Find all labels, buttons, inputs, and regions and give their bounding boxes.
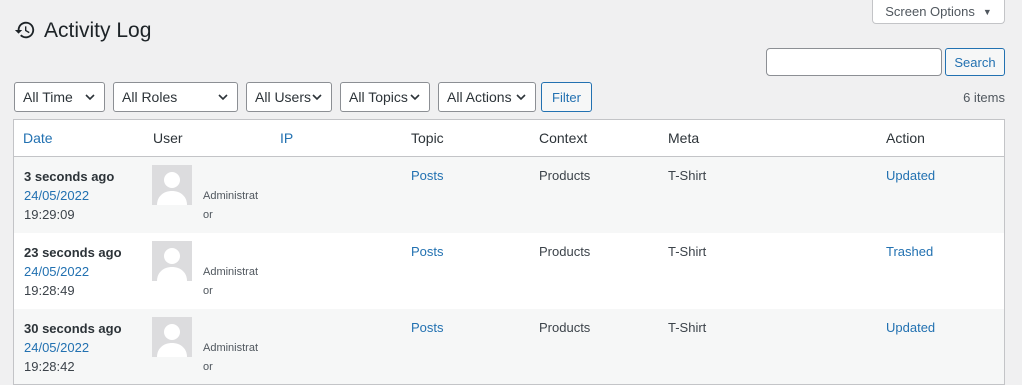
action-link[interactable]: Updated (886, 168, 935, 183)
activity-table: Date User IP Topic Context Meta Action 3… (13, 119, 1005, 385)
page-title: Activity Log (14, 18, 151, 44)
search-input[interactable] (766, 48, 942, 76)
time-ago: 23 seconds ago (24, 245, 122, 260)
date-cell: 30 seconds ago 24/05/2022 19:28:42 (24, 319, 122, 376)
time-value: 19:28:49 (24, 283, 75, 298)
avatar (152, 241, 192, 281)
meta-value: T-Shirt (668, 244, 707, 259)
date-link[interactable]: 24/05/2022 (24, 262, 122, 281)
meta-value: T-Shirt (668, 320, 707, 335)
screen-options-label: Screen Options (885, 4, 975, 19)
context-value: Products (539, 168, 591, 183)
time-filter-select[interactable]: All Time (14, 82, 105, 112)
table-row: 30 seconds ago 24/05/2022 19:28:42 Admin… (14, 309, 1004, 384)
context-value: Products (539, 320, 591, 335)
chevron-down-icon (218, 94, 228, 101)
date-link[interactable]: 24/05/2022 (24, 186, 114, 205)
table-row: 23 seconds ago 24/05/2022 19:28:49 Admin… (14, 233, 1004, 309)
avatar (152, 165, 192, 205)
time-ago: 3 seconds ago (24, 169, 115, 184)
users-filter-value: All Users (255, 89, 312, 105)
chevron-down-icon (410, 94, 420, 101)
search-button[interactable]: Search (945, 48, 1005, 76)
topic-link[interactable]: Posts (411, 320, 444, 335)
caret-down-icon: ▼ (982, 6, 992, 17)
column-context: Context (539, 130, 588, 146)
user-role: Administrator (203, 266, 259, 297)
table-header: Date User IP Topic Context Meta Action (14, 120, 1004, 157)
topics-filter-select[interactable]: All Topics (340, 82, 430, 112)
topic-link[interactable]: Posts (411, 168, 444, 183)
time-filter-value: All Time (23, 89, 73, 105)
column-ip[interactable]: IP (280, 130, 293, 146)
avatar (152, 317, 192, 357)
users-filter-select[interactable]: All Users (246, 82, 332, 112)
topics-filter-value: All Topics (349, 89, 408, 105)
time-value: 19:29:09 (24, 207, 75, 222)
table-row: 3 seconds ago 24/05/2022 19:29:09 Admini… (14, 157, 1004, 233)
column-meta: Meta (668, 130, 700, 146)
screen-options-button[interactable]: Screen Options ▼ (872, 0, 1005, 24)
meta-value: T-Shirt (668, 168, 707, 183)
date-link[interactable]: 24/05/2022 (24, 338, 122, 357)
date-cell: 3 seconds ago 24/05/2022 19:29:09 (24, 167, 114, 224)
items-count: 6 items (963, 90, 1005, 105)
column-action: Action (886, 130, 925, 146)
user-role: Administrator (203, 342, 259, 373)
date-cell: 23 seconds ago 24/05/2022 19:28:49 (24, 243, 122, 300)
actions-filter-select[interactable]: All Actions (438, 82, 536, 112)
column-user: User (153, 130, 183, 146)
chevron-down-icon (312, 94, 322, 101)
chevron-down-icon (516, 94, 526, 101)
action-link[interactable]: Updated (886, 320, 935, 335)
actions-filter-value: All Actions (447, 89, 512, 105)
page-title-text: Activity Log (44, 19, 152, 42)
history-icon (14, 19, 36, 44)
column-topic: Topic (411, 130, 444, 146)
action-link[interactable]: Trashed (886, 244, 933, 259)
time-ago: 30 seconds ago (24, 321, 122, 336)
context-value: Products (539, 244, 591, 259)
time-value: 19:28:42 (24, 359, 75, 374)
user-role: Administrator (203, 190, 259, 221)
topic-link[interactable]: Posts (411, 244, 444, 259)
roles-filter-select[interactable]: All Roles (113, 82, 238, 112)
roles-filter-value: All Roles (122, 89, 178, 105)
filter-button[interactable]: Filter (541, 82, 592, 112)
chevron-down-icon (85, 94, 95, 101)
column-date[interactable]: Date (23, 130, 53, 146)
